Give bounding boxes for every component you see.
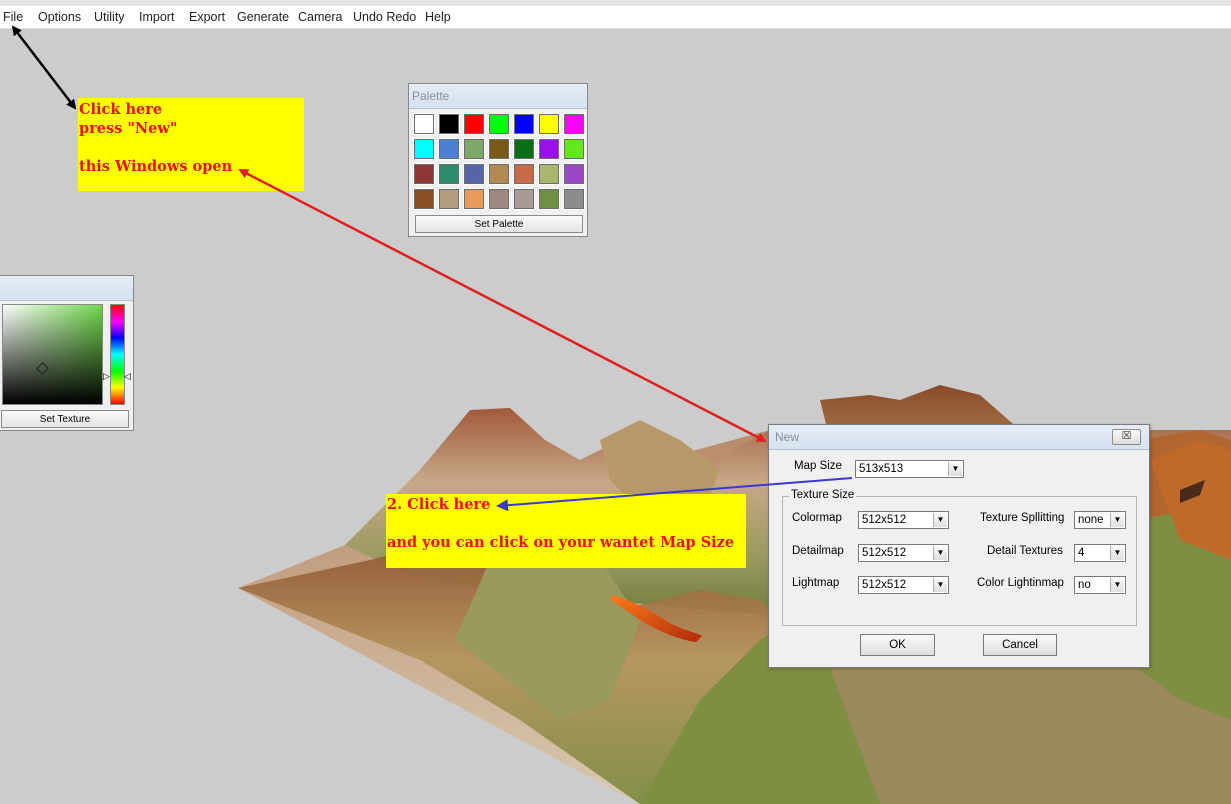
detailmap-value: 512x512	[862, 547, 907, 559]
note2-line2	[387, 514, 745, 533]
colormap-select[interactable]: 512x512 ▼	[858, 511, 949, 529]
color-lightmap-select[interactable]: no ▼	[1074, 576, 1126, 594]
note1-line1: Click here	[79, 101, 163, 118]
colormap-label: Colormap	[792, 512, 842, 524]
palette-swatch[interactable]	[538, 138, 560, 160]
palette-title: Palette	[409, 84, 587, 109]
menu-help[interactable]: Help	[425, 10, 451, 24]
note2-line3: and you can click on your wantet Map Siz…	[387, 534, 735, 551]
palette-swatch[interactable]	[413, 138, 435, 160]
color-picker-square[interactable]	[2, 304, 103, 405]
lightmap-label: Lightmap	[792, 577, 840, 589]
palette-swatch[interactable]	[463, 188, 485, 210]
detail-textures-value: 4	[1078, 547, 1085, 559]
chevron-down-icon[interactable]: ▼	[1110, 513, 1124, 527]
chevron-down-icon[interactable]: ▼	[1110, 578, 1124, 592]
menu-options[interactable]: Options	[38, 10, 81, 24]
map-size-select[interactable]: 513x513 ▼	[855, 460, 964, 478]
detailmap-select[interactable]: 512x512 ▼	[858, 544, 949, 562]
colormap-value: 512x512	[862, 514, 907, 526]
palette-swatch[interactable]	[538, 113, 560, 135]
palette-swatch[interactable]	[513, 188, 535, 210]
palette-swatch[interactable]	[488, 113, 510, 135]
palette-panel: Palette Set Palette	[408, 83, 588, 237]
texture-panel: ▷ ◁ Set Texture	[0, 275, 134, 431]
hue-slider[interactable]	[110, 304, 125, 405]
hue-pointer-right-icon[interactable]: ◁	[124, 371, 131, 382]
palette-swatch[interactable]	[538, 188, 560, 210]
palette-swatch[interactable]	[563, 113, 585, 135]
close-icon[interactable]: ☒	[1112, 429, 1141, 445]
menu-generate[interactable]: Generate	[237, 10, 289, 24]
detail-textures-select[interactable]: 4 ▼	[1074, 544, 1126, 562]
lightmap-value: 512x512	[862, 579, 907, 591]
palette-swatch[interactable]	[563, 188, 585, 210]
palette-swatch[interactable]	[488, 163, 510, 185]
texture-panel-titlebar	[0, 276, 133, 301]
palette-swatch[interactable]	[463, 113, 485, 135]
palette-swatch[interactable]	[413, 163, 435, 185]
set-palette-button[interactable]: Set Palette	[415, 215, 583, 233]
color-lightmap-value: no	[1078, 579, 1091, 591]
lightmap-select[interactable]: 512x512 ▼	[858, 576, 949, 594]
chevron-down-icon[interactable]: ▼	[933, 578, 947, 592]
menu-export[interactable]: Export	[189, 10, 225, 24]
texture-splitting-select[interactable]: none ▼	[1074, 511, 1126, 529]
menu-file[interactable]: File	[3, 10, 23, 24]
palette-swatch[interactable]	[438, 113, 460, 135]
palette-swatch[interactable]	[563, 138, 585, 160]
ok-button[interactable]: OK	[860, 634, 935, 656]
palette-swatch[interactable]	[413, 188, 435, 210]
annotation-note-2: 2. Click here and you can click on your …	[386, 494, 746, 568]
texture-splitting-value: none	[1078, 514, 1104, 526]
texture-splitting-label: Texture Spllitting	[980, 512, 1065, 524]
color-marker-icon[interactable]	[36, 362, 49, 375]
palette-swatch[interactable]	[438, 163, 460, 185]
palette-swatch[interactable]	[413, 113, 435, 135]
note1-line4: this Windows open	[79, 158, 233, 175]
dialog-title: New	[769, 425, 1149, 450]
annotation-note-1: Click here press "New" this Windows open	[78, 98, 304, 191]
palette-swatch[interactable]	[488, 188, 510, 210]
palette-swatch[interactable]	[438, 188, 460, 210]
note1-line2: press "New"	[79, 120, 178, 137]
palette-swatch[interactable]	[463, 163, 485, 185]
chevron-down-icon[interactable]: ▼	[948, 462, 962, 476]
palette-swatch[interactable]	[538, 163, 560, 185]
set-texture-button[interactable]: Set Texture	[1, 410, 129, 428]
detail-textures-label: Detail Textures	[987, 545, 1063, 557]
menubar: File Options Utility Import Export Gener…	[0, 6, 1231, 29]
palette-swatch[interactable]	[463, 138, 485, 160]
chevron-down-icon[interactable]: ▼	[933, 513, 947, 527]
cancel-button[interactable]: Cancel	[983, 634, 1057, 656]
note2-line1: 2. Click here	[387, 496, 491, 513]
palette-swatch[interactable]	[438, 138, 460, 160]
chevron-down-icon[interactable]: ▼	[1110, 546, 1124, 560]
map-size-label: Map Size	[794, 460, 842, 472]
texture-size-legend: Texture Size	[789, 489, 857, 501]
note1-line3	[79, 138, 303, 157]
palette-swatch[interactable]	[513, 163, 535, 185]
palette-swatch[interactable]	[513, 113, 535, 135]
chevron-down-icon[interactable]: ▼	[933, 546, 947, 560]
menu-import[interactable]: Import	[139, 10, 174, 24]
palette-swatch[interactable]	[488, 138, 510, 160]
detailmap-label: Detailmap	[792, 545, 844, 557]
palette-swatch[interactable]	[513, 138, 535, 160]
map-size-value: 513x513	[859, 463, 904, 475]
hue-pointer-left-icon[interactable]: ▷	[103, 371, 110, 382]
menu-camera[interactable]: Camera	[298, 10, 342, 24]
menu-utility[interactable]: Utility	[94, 10, 125, 24]
palette-swatch[interactable]	[563, 163, 585, 185]
color-lightmap-label: Color Lightinmap	[977, 577, 1064, 589]
menu-undo-redo[interactable]: Undo Redo	[353, 10, 416, 24]
new-dialog: New ☒ Map Size 513x513 ▼ Texture Size Co…	[768, 424, 1150, 668]
